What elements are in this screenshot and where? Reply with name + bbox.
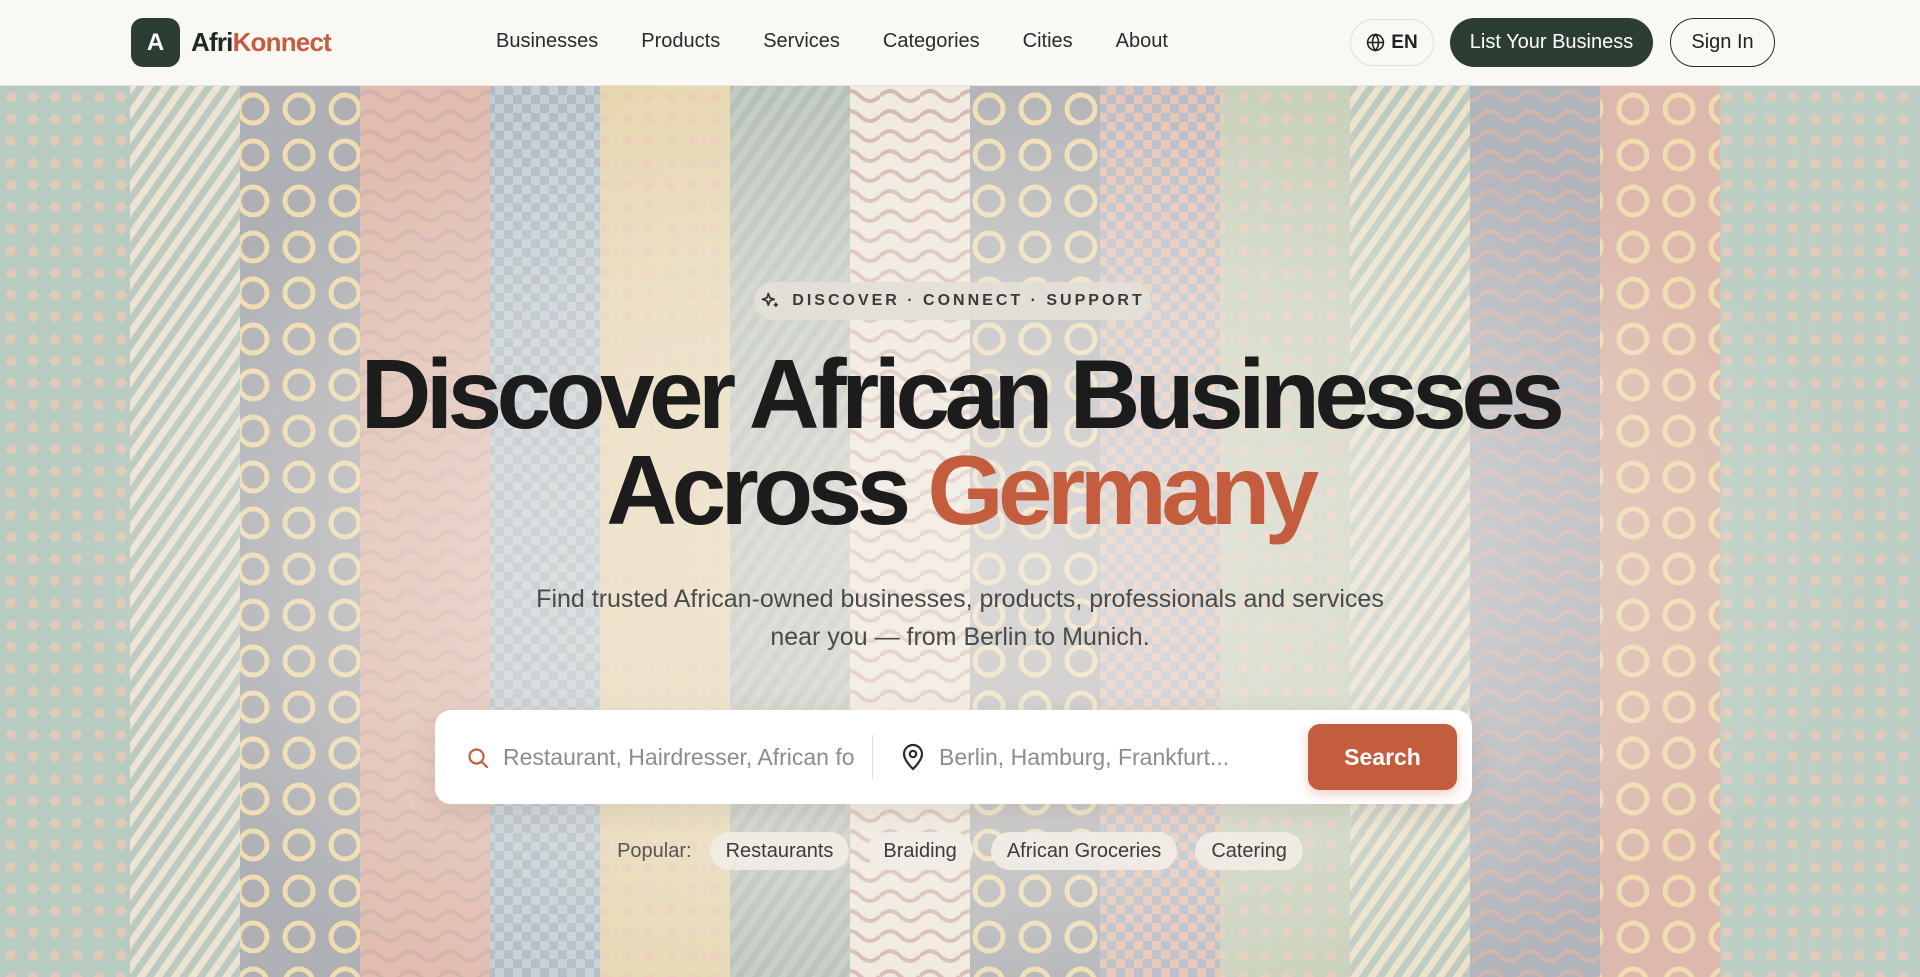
nav-link-products[interactable]: Products (641, 30, 720, 53)
popular-searches: Popular: Restaurants Braiding African Gr… (0, 832, 1920, 870)
search-button[interactable]: Search (1308, 724, 1457, 790)
search-input[interactable] (503, 737, 868, 777)
popular-chip-catering[interactable]: Catering (1195, 832, 1303, 870)
headline-line-2-plain: Across (606, 435, 911, 545)
nav-link-cities[interactable]: Cities (1023, 30, 1073, 53)
location-input[interactable] (939, 737, 1269, 777)
headline-line-1: Discover African Businesses (360, 339, 1565, 449)
list-your-business-button[interactable]: List Your Business (1450, 18, 1653, 67)
subheading-line-1: Find trusted African-owned businesses, p… (536, 585, 1384, 613)
subheading-line-2: near you — from Berlin to Munich. (770, 623, 1150, 651)
logo-word-konnect: Konnect (232, 27, 332, 57)
main-nav: Businesses Products Services Categories … (496, 30, 1168, 53)
search-bar: Search (435, 710, 1472, 804)
search-divider (872, 735, 873, 779)
top-navbar: A AfriKonnect Businesses Products Servic… (0, 0, 1920, 86)
hero-badge: DISCOVER · CONNECT · SUPPORT (754, 282, 1151, 320)
globe-icon (1367, 33, 1385, 52)
hero-subheading: Find trusted African-owned businesses, p… (460, 580, 1460, 656)
language-code: EN (1391, 31, 1418, 53)
logo-wordmark: AfriKonnect (191, 27, 332, 58)
sparkle-icon (761, 292, 779, 307)
popular-chip-african-groceries[interactable]: African Groceries (990, 832, 1178, 870)
nav-link-services[interactable]: Services (763, 30, 840, 53)
nav-link-categories[interactable]: Categories (883, 30, 980, 53)
headline-line-2-accent: Germany (927, 435, 1319, 545)
sign-in-button[interactable]: Sign In (1670, 18, 1775, 67)
language-switcher[interactable]: EN (1350, 19, 1434, 66)
popular-chip-restaurants[interactable]: Restaurants (709, 832, 850, 870)
nav-link-about[interactable]: About (1116, 30, 1168, 53)
popular-chip-braiding[interactable]: Braiding (867, 832, 973, 870)
popular-label: Popular: (617, 839, 692, 862)
logo-mark: A (131, 18, 180, 67)
search-icon (468, 748, 489, 769)
map-pin-icon (902, 743, 924, 771)
logo-word-afri: Afri (191, 27, 233, 57)
brand-logo[interactable]: A AfriKonnect (131, 18, 332, 67)
hero-badge-text: DISCOVER · CONNECT · SUPPORT (792, 292, 1145, 309)
hero-headline: Discover African Businesses Across Germa… (0, 345, 1920, 539)
nav-link-businesses[interactable]: Businesses (496, 30, 598, 53)
